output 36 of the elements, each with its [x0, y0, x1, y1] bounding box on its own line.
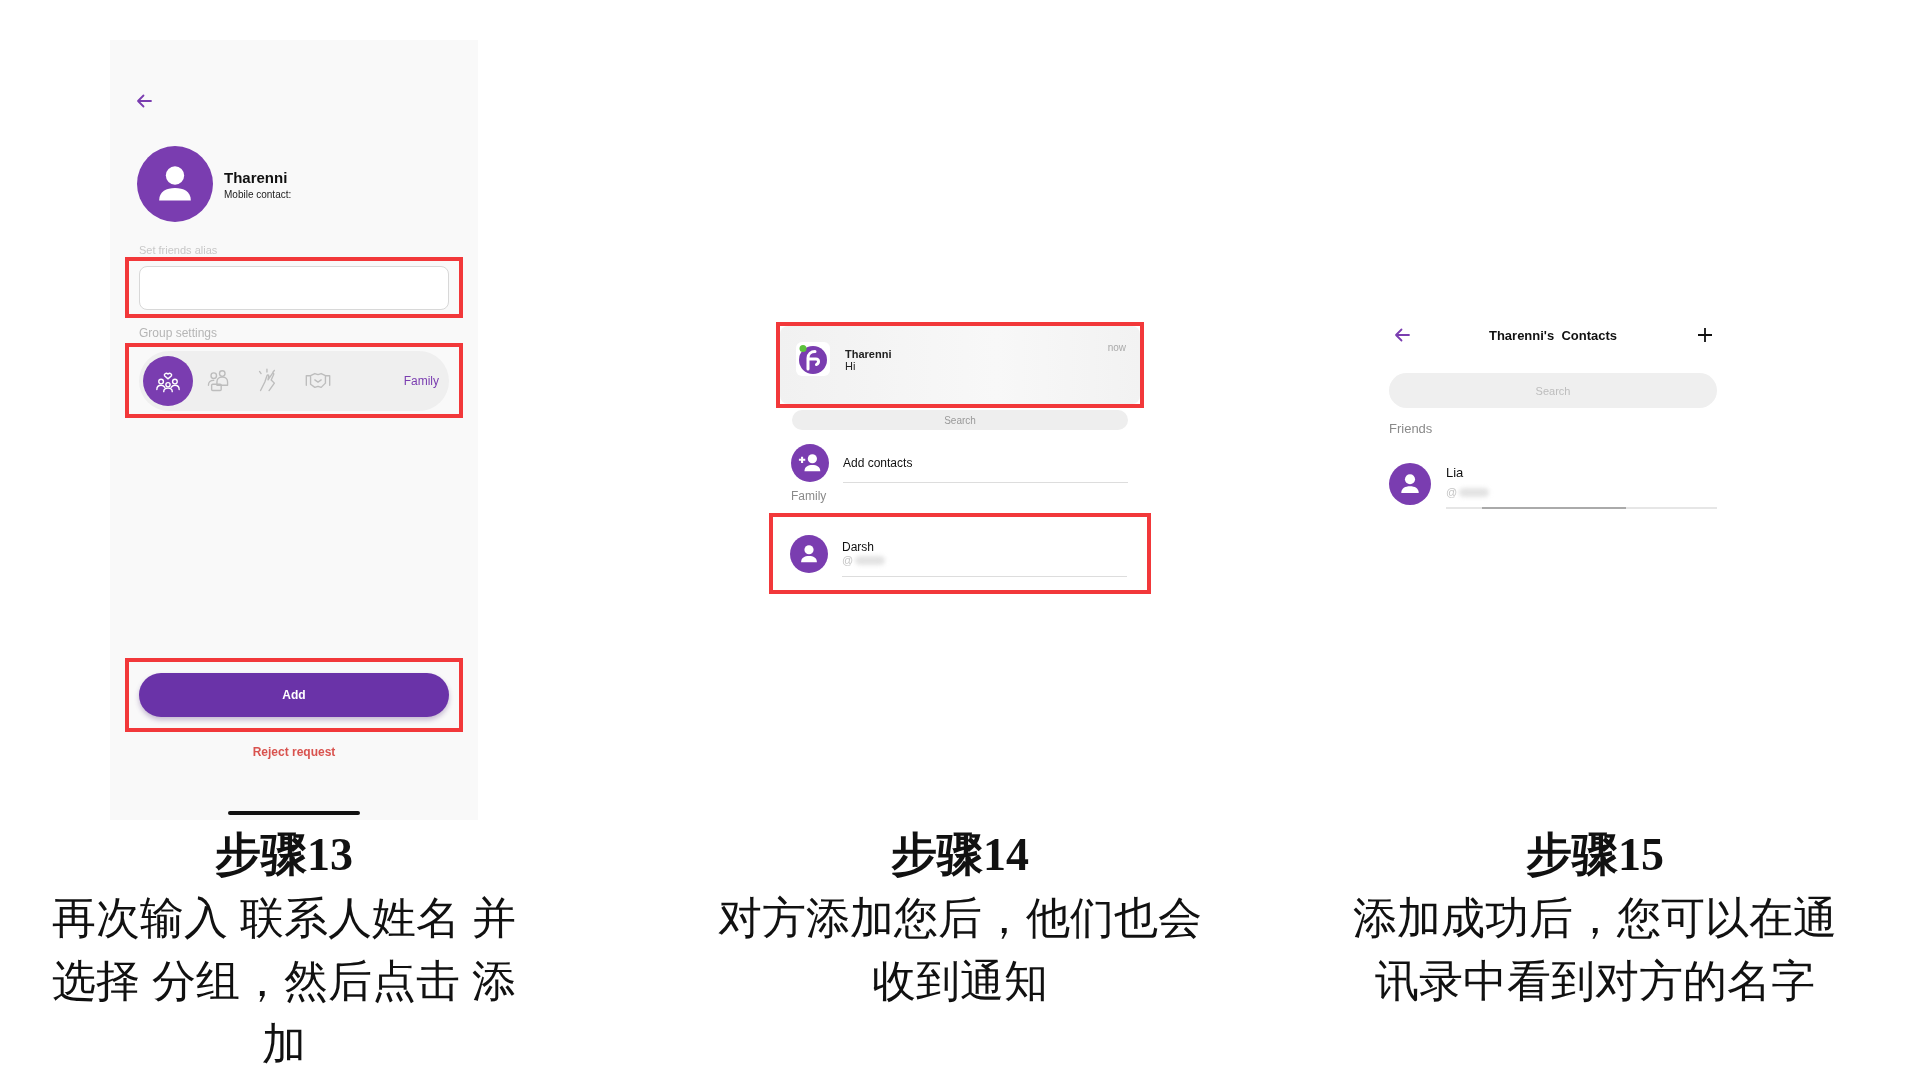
avatar-icon [1389, 462, 1431, 505]
step-description: 添加成功后，您可以在通讯录中看到对方的名字 [1352, 892, 1838, 1007]
back-arrow-icon[interactable] [1393, 326, 1411, 344]
redaction-blur [855, 555, 886, 565]
reject-link[interactable]: Reject request [252, 744, 336, 760]
section-label: Group settings [139, 326, 219, 340]
screen-title: Tharenni's Contacts [1488, 327, 1618, 343]
contact-handle: @ [842, 554, 854, 566]
alias-input-field[interactable] [139, 265, 449, 310]
avatar-icon [790, 534, 828, 573]
add-button[interactable]: Add [139, 673, 449, 717]
step-title: 步骤14 [891, 828, 1029, 882]
add-icon[interactable] [1697, 327, 1713, 343]
section-label: Friends [1389, 420, 1434, 438]
add-contacts-label[interactable]: Add contacts [843, 455, 1128, 470]
notification-time: now [1107, 342, 1126, 353]
back-arrow-icon[interactable] [135, 92, 153, 110]
add-contact-icon[interactable] [791, 444, 829, 482]
section-label: Family [791, 489, 828, 503]
group-name: Family [403, 373, 439, 388]
notification-message: Hi [845, 360, 857, 372]
step-title: 步骤13 [215, 828, 353, 882]
contact-name: Darsh [842, 540, 875, 554]
step-description: 再次输入 联系人姓名 并选择 分组，然后点击 添加 [50, 892, 518, 1070]
step-description: 对方添加您后，他们也会收到通知 [717, 892, 1203, 1007]
avatar-icon [137, 146, 213, 222]
notification-card[interactable]: Tharenni Hi now [780, 326, 1140, 404]
contact-handle: @ [1446, 486, 1458, 498]
redaction-blur [1459, 487, 1490, 497]
contact-subtitle: Mobile contact: [224, 188, 292, 200]
step-title: 步骤15 [1526, 828, 1664, 882]
contact-name: Lia [1446, 465, 1465, 480]
contact-name: Tharenni [224, 168, 289, 186]
notification-title: Tharenni [845, 348, 893, 360]
app-logo-icon [796, 342, 830, 376]
family-group-icon[interactable] [143, 355, 193, 406]
